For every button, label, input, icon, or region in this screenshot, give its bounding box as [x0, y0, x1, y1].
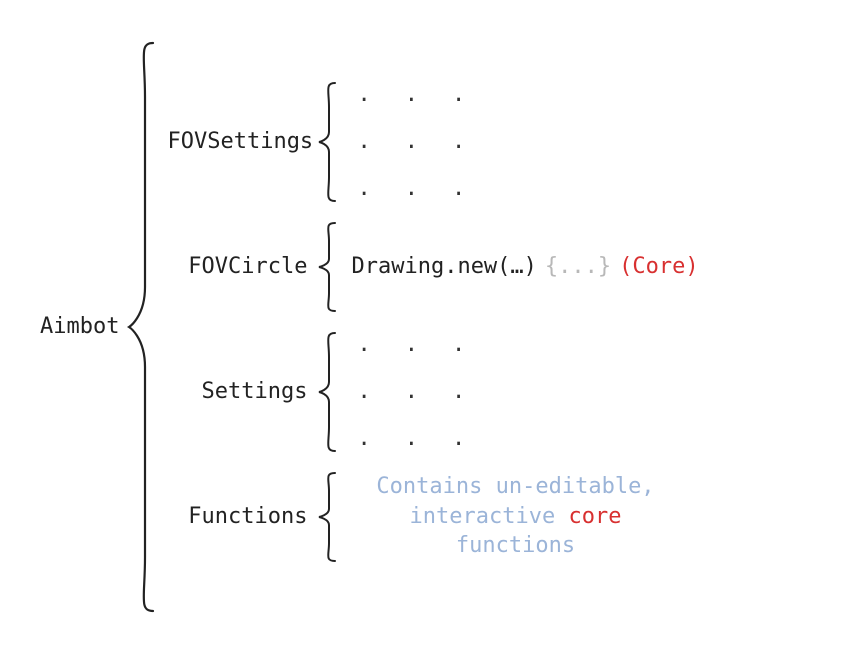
- root-label: Aimbot: [40, 314, 123, 339]
- child-label: FOVSettings: [167, 129, 313, 154]
- core-tag: (Core): [619, 254, 698, 279]
- dots-matrix: ... ... ...: [339, 332, 465, 451]
- placeholder-text: {...}: [545, 254, 611, 279]
- child-fovsettings: FOVSettings ... ... ...: [167, 77, 698, 207]
- brace-icon: [123, 37, 157, 617]
- brace-icon: [313, 467, 339, 567]
- ellipsis-icon: ...: [351, 176, 465, 201]
- ellipsis-icon: ...: [351, 426, 465, 451]
- ellipsis-icon: ...: [351, 332, 465, 357]
- child-settings: Settings ... ... ...: [167, 327, 698, 457]
- diagram-root: Aimbot FOVSettings ... ... ... FOVCircle: [0, 0, 856, 653]
- ellipsis-icon: ...: [351, 129, 465, 154]
- code-text: Drawing.new(…): [351, 254, 536, 279]
- desc-core: core: [568, 504, 621, 529]
- brace-icon: [313, 217, 339, 317]
- dots-matrix: ... ... ...: [339, 82, 465, 201]
- brace-icon: [313, 327, 339, 457]
- ellipsis-icon: ...: [351, 379, 465, 404]
- child-fovcircle: FOVCircle Drawing.new(…) {...} (Core): [167, 207, 698, 327]
- description-text: Contains un-editable, interactive core f…: [351, 472, 675, 561]
- child-functions: Functions Contains un-editable, interact…: [167, 457, 698, 577]
- inline-content: Drawing.new(…) {...} (Core): [339, 254, 698, 279]
- child-label: FOVCircle: [167, 254, 313, 279]
- desc-content: Contains un-editable, interactive core f…: [339, 472, 675, 561]
- child-label: Functions: [167, 504, 313, 529]
- children-column: FOVSettings ... ... ... FOVCircle: [157, 77, 698, 577]
- ellipsis-icon: ...: [351, 82, 465, 107]
- brace-icon: [313, 77, 339, 207]
- desc-post: functions: [456, 533, 575, 558]
- child-label: Settings: [167, 379, 313, 404]
